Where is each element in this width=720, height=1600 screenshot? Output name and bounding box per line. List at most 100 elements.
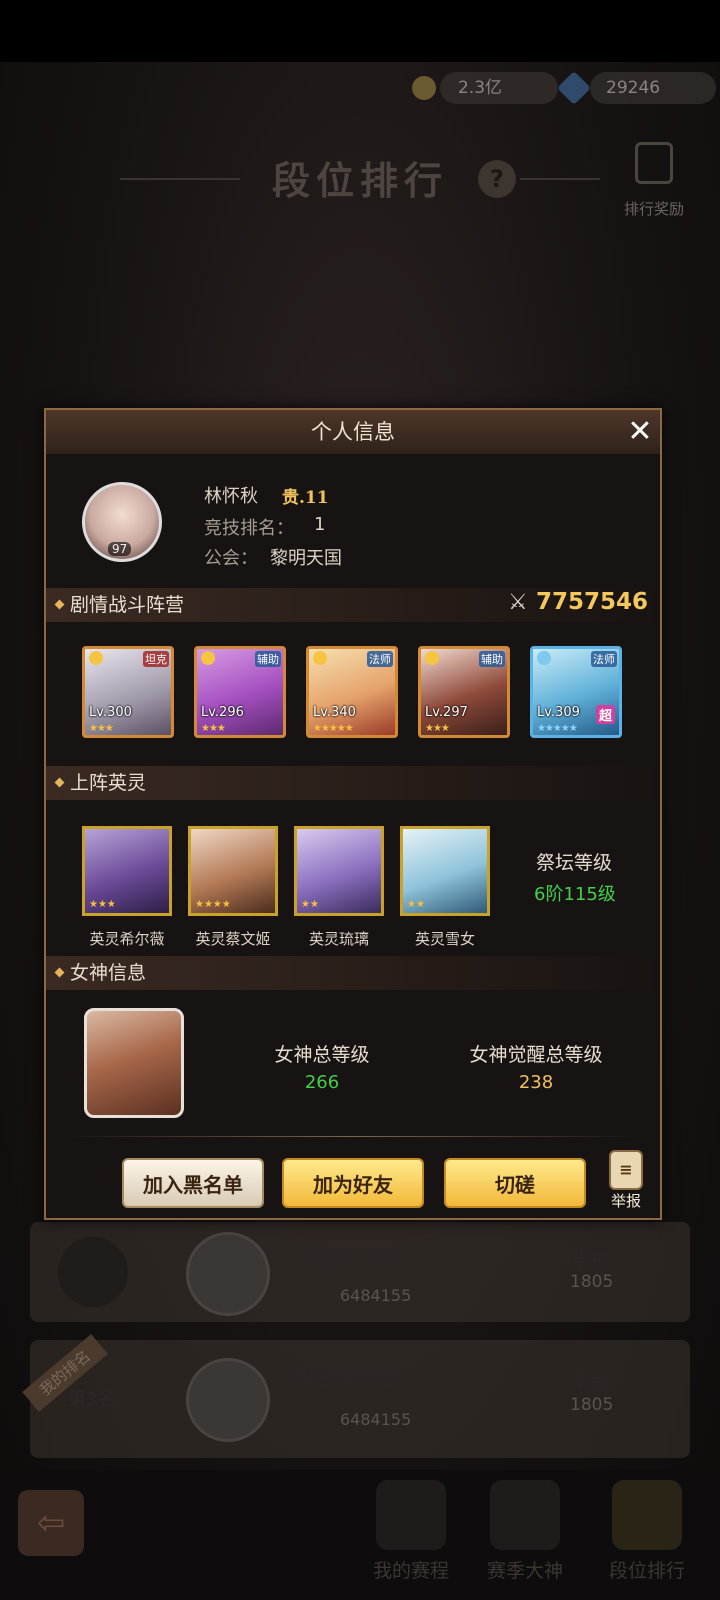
tab-label: 段位排行 [608,1560,685,1582]
challenge-button[interactable]: 切磋 [444,1158,586,1208]
report-button[interactable]: ≡ 举报 [598,1150,654,1214]
altar-level-value: 6阶115级 [534,884,616,905]
status-bar-area [0,0,720,62]
tab-label: 赛季大神 [486,1560,563,1582]
rank-reward-label: 排行奖励 [623,200,684,218]
guild-value: 黎明天国 [270,548,342,569]
avatar-level: 97 [108,542,132,556]
hero-card[interactable]: 法师 Lv.309 超 ★★★★★ [530,646,622,738]
hero-stars: ★★★ [89,723,114,734]
role-badge: 辅助 [255,651,281,667]
divider [66,1136,640,1137]
hero-stars: ★★★★★ [537,723,578,734]
sun-element-icon [425,651,439,665]
hero-card[interactable]: 坦克 Lv.300 ★★★ [82,646,174,738]
gift-icon [635,142,673,184]
role-badge: 法师 [367,651,393,667]
diamond-bullet-icon [54,777,65,788]
tab-rank-list[interactable]: 段位排行 [592,1480,702,1600]
tier-score: 1805 [570,1272,614,1292]
spirit-stars: ★★ [301,899,319,910]
page-title: 段位排行 [271,158,448,203]
spirit-name: 英灵琉璃 [308,930,369,948]
spirit-stars: ★★★ [89,899,116,910]
spirit-stars: ★★ [407,899,425,910]
goddess-awaken-level-label: 女神觉醒总等级 [469,1044,603,1066]
diamond-bullet-icon [54,599,65,610]
hero-card[interactable]: 辅助 Lv.296 ★★★ [194,646,286,738]
hero-stars: ★★★ [201,723,226,734]
hero-level: Lv.297 [425,705,468,720]
vip-badge: 贵.11 [282,488,329,508]
gold-coin-icon [412,76,436,100]
role-badge: 辅助 [479,651,505,667]
combat-power: 7757546 [536,589,649,615]
sun-element-icon [201,651,215,665]
my-rank-value: 第3名 [68,1389,116,1410]
rank-badge [58,1237,128,1307]
hero-card[interactable]: 辅助 Lv.297 ★★★ [418,646,510,738]
spirit-card[interactable]: ★★★ [82,826,172,916]
goddess-section-header: 女神信息 [46,956,660,990]
report-label: 举报 [610,1192,641,1210]
hero-card[interactable]: 法师 Lv.340 ★★★★★ [306,646,398,738]
tab-my-schedule[interactable]: 我的赛程 [356,1480,466,1600]
tab-season-master[interactable]: 赛季大神 [470,1480,580,1600]
guild-label: 公会： [204,548,258,569]
avatar [186,1358,270,1442]
player-name: 黑白卡卡西 [295,1366,395,1390]
spirit-name: 英灵希尔薇 [89,930,165,948]
spirit-card[interactable]: ★★ [294,826,384,916]
spirit-card[interactable]: ★★★★ [188,826,278,916]
rank-reward-button[interactable]: 排行奖励 [615,142,685,222]
player-power: 6484155 [340,1286,412,1305]
tier-label: 紫金 [570,1369,610,1393]
trophy-stars-icon [376,1480,446,1550]
back-button[interactable]: ⇦ [18,1490,84,1556]
goddess-portrait[interactable] [84,1008,184,1118]
crossed-swords-icon: ⚔ [508,590,528,615]
avatar [186,1232,270,1316]
ranking-row[interactable]: 黑白卡卡西 6484155 紫金 1805 [30,1222,690,1322]
spirit-name: 英灵雪女 [414,930,475,948]
section-title: 上阵英灵 [70,772,147,794]
player-name: 黑白卡卡西 [295,1246,395,1270]
role-badge: 法师 [591,651,617,667]
hero-stars: ★★★★★ [313,723,354,734]
spirit-stars: ★★★★ [195,899,231,910]
player-power: 6484155 [340,1410,412,1429]
altar-level-label: 祭坛等级 [536,852,613,874]
goddess-total-level-value: 266 [304,1072,340,1093]
arena-rank-value: 1 [314,514,326,535]
close-icon[interactable]: ✕ [624,416,656,448]
tier-label: 紫金 [570,1246,610,1270]
my-rank-row[interactable]: 黑白卡卡西 6484155 紫金 1805 [30,1340,690,1458]
tier-score: 1805 [570,1395,614,1415]
spirit-name: 英灵蔡文姬 [195,930,271,948]
spirits-section-header: 上阵英灵 [46,766,660,800]
tab-label: 我的赛程 [372,1560,449,1582]
dialog-title: 个人信息 [311,420,395,444]
report-document-icon: ≡ [609,1150,643,1190]
goddess-total-level-label: 女神总等级 [274,1044,370,1066]
crown-icon [490,1480,560,1550]
hero-level: Lv.309 [537,705,580,720]
gold-amount: 2.3亿 [440,72,558,104]
arena-rank-label: 竞技排名： [204,518,294,539]
hero-stars: ★★★ [425,723,450,734]
spirit-card[interactable]: ★★ [400,826,490,916]
hero-level: Lv.296 [201,705,244,720]
hero-level: Lv.300 [89,705,132,720]
sun-element-icon [89,651,103,665]
blacklist-button[interactable]: 加入黑名单 [122,1158,264,1208]
sun-element-icon [313,651,327,665]
gem-amount: 29246 [590,72,716,104]
help-button[interactable]: ? [478,160,516,198]
goddess-awaken-level-value: 238 [518,1072,554,1093]
diamond-bullet-icon [54,967,65,978]
laurel-icon [612,1480,682,1550]
player-info-dialog: 个人信息 ✕ 97 林怀秋 贵.11 竞技排名： 1 公会： 黎明天国 剧情战斗… [44,408,662,1220]
add-friend-button[interactable]: 加为好友 [282,1158,424,1208]
hero-level: Lv.340 [313,705,356,720]
gear-element-icon [537,651,551,665]
